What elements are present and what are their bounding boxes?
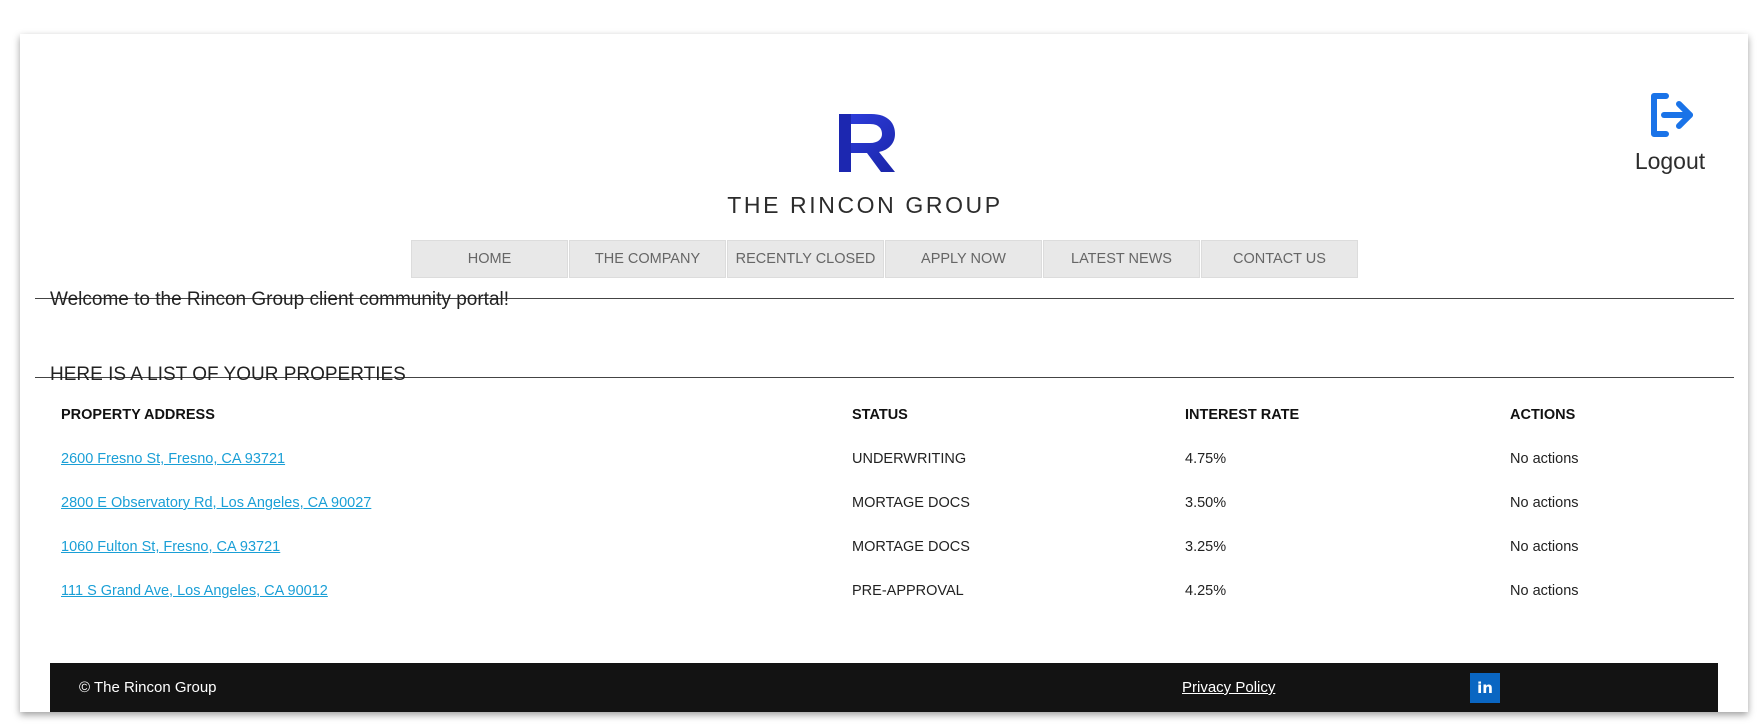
column-header-status: STATUS xyxy=(852,407,908,423)
column-header-interest-rate: INTEREST RATE xyxy=(1185,407,1300,423)
table-row: 2600 Fresno St, Fresno, CA 93721 UNDERWR… xyxy=(20,451,1748,481)
property-address-link[interactable]: 2800 E Observatory Rd, Los Angeles, CA 9… xyxy=(61,495,371,511)
property-address-link[interactable]: 1060 Fulton St, Fresno, CA 93721 xyxy=(61,539,280,555)
copyright-text: © The Rincon Group xyxy=(79,679,217,696)
actions-cell: No actions xyxy=(1510,539,1579,555)
property-address-cell: 1060 Fulton St, Fresno, CA 93721 xyxy=(61,539,280,555)
logo-wordmark: THE RINCON GROUP xyxy=(727,192,1003,218)
property-address-link[interactable]: 111 S Grand Ave, Los Angeles, CA 90012 xyxy=(61,583,328,599)
logout-icon xyxy=(1651,93,1693,137)
nav-item-latest-news[interactable]: LATEST NEWS xyxy=(1043,240,1200,278)
status-cell: MORTAGE DOCS xyxy=(852,495,970,511)
site-logo[interactable]: THE RINCON GROUP xyxy=(700,110,1030,220)
nav-item-apply-now[interactable]: APPLY NOW xyxy=(885,240,1042,278)
logout-label: Logout xyxy=(1634,148,1706,174)
interest-rate-cell: 4.25% xyxy=(1185,583,1227,599)
actions-cell: No actions xyxy=(1510,451,1579,467)
nav-item-the-company[interactable]: THE COMPANY xyxy=(569,240,726,278)
property-address-cell: 111 S Grand Ave, Los Angeles, CA 90012 xyxy=(61,583,328,599)
column-header-address: PROPERTY ADDRESS xyxy=(61,407,215,423)
logo-r-icon xyxy=(839,114,895,172)
property-address-cell: 2600 Fresno St, Fresno, CA 93721 xyxy=(61,451,285,467)
nav-item-home[interactable]: HOME xyxy=(411,240,568,278)
table-row: 2800 E Observatory Rd, Los Angeles, CA 9… xyxy=(20,495,1748,525)
linkedin-icon[interactable]: in xyxy=(1470,673,1500,703)
footer: © The Rincon Group Privacy Policy in xyxy=(50,663,1718,712)
actions-cell: No actions xyxy=(1510,583,1579,599)
privacy-policy-link[interactable]: Privacy Policy xyxy=(1182,679,1275,696)
table-row: 1060 Fulton St, Fresno, CA 93721 MORTAGE… xyxy=(20,539,1748,569)
column-header-actions: ACTIONS xyxy=(1510,407,1576,423)
interest-rate-cell: 3.50% xyxy=(1185,495,1227,511)
status-cell: UNDERWRITING xyxy=(852,451,967,467)
portal-card: THE RINCON GROUP Logout HOME THE COMPANY… xyxy=(20,34,1748,712)
interest-rate-cell: 3.25% xyxy=(1185,539,1227,555)
actions-cell: No actions xyxy=(1510,495,1579,511)
status-cell: MORTAGE DOCS xyxy=(852,539,970,555)
nav-item-recently-closed[interactable]: RECENTLY CLOSED xyxy=(727,240,884,278)
main-nav: HOME THE COMPANY RECENTLY CLOSED APPLY N… xyxy=(411,240,1359,278)
property-address-cell: 2800 E Observatory Rd, Los Angeles, CA 9… xyxy=(61,495,371,511)
interest-rate-cell: 4.75% xyxy=(1185,451,1227,467)
status-cell: PRE-APPROVAL xyxy=(852,583,964,599)
nav-item-contact-us[interactable]: CONTACT US xyxy=(1201,240,1358,278)
table-row: 111 S Grand Ave, Los Angeles, CA 90012 P… xyxy=(20,583,1748,613)
property-address-link[interactable]: 2600 Fresno St, Fresno, CA 93721 xyxy=(61,451,285,467)
properties-heading: HERE IS A LIST OF YOUR PROPERTIES xyxy=(50,364,406,385)
welcome-message: Welcome to the Rincon Group client commu… xyxy=(50,289,510,310)
logout-button[interactable]: Logout xyxy=(1600,90,1740,180)
